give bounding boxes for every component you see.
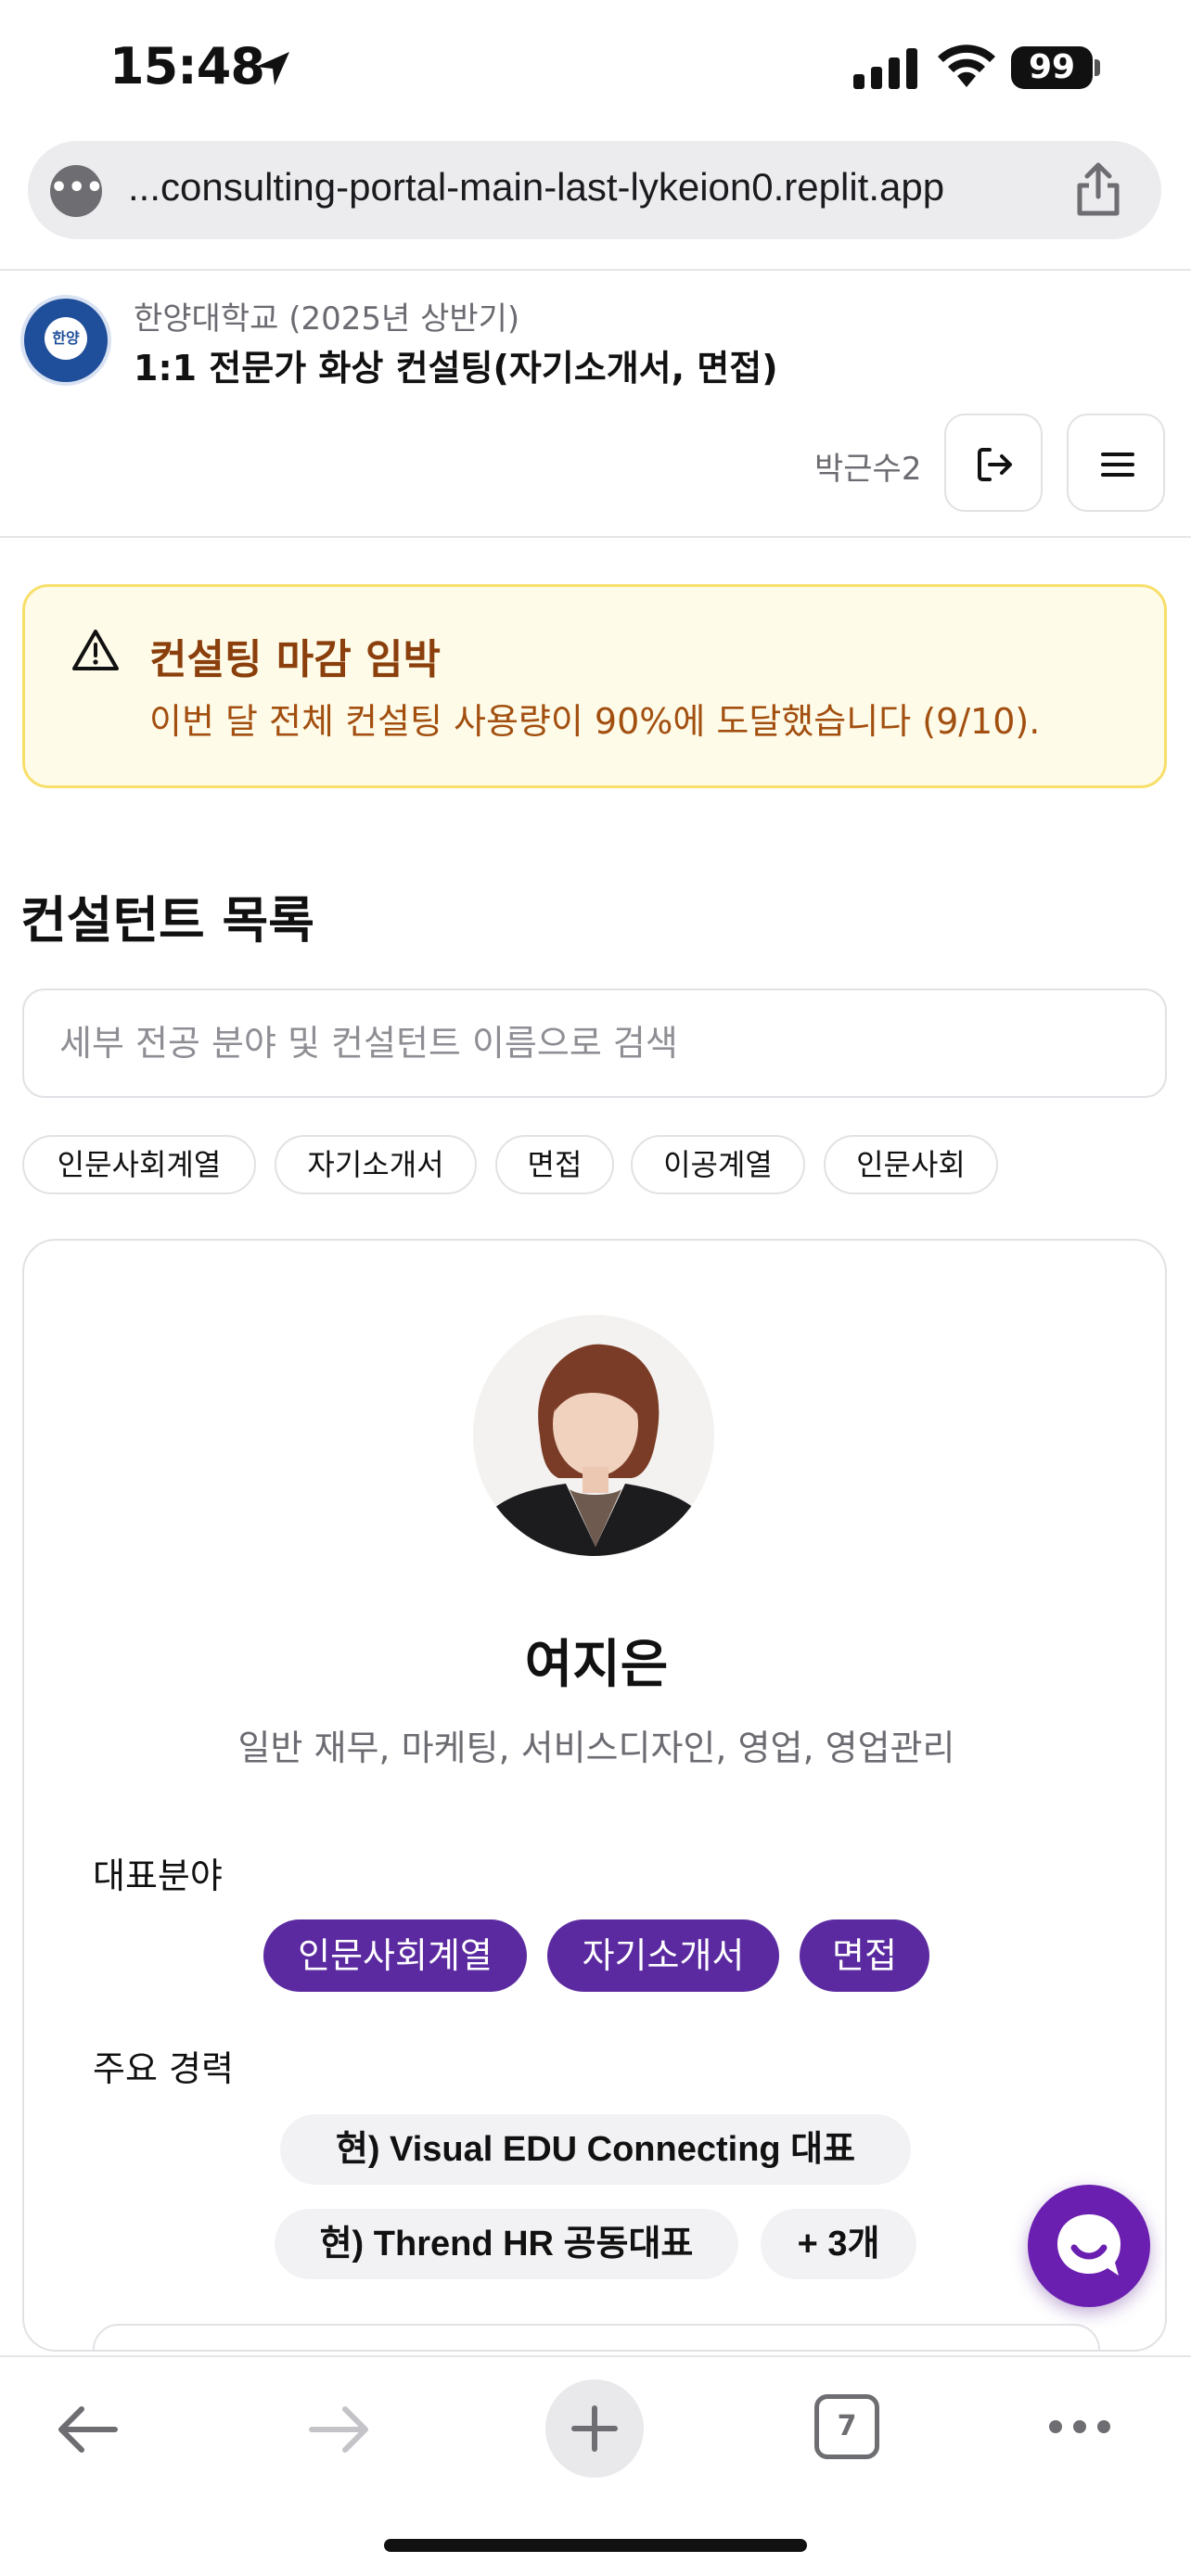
filter-chip[interactable]: 자기소개서 xyxy=(275,1135,477,1194)
card-action-box xyxy=(93,2324,1100,2350)
consultant-fields: 일반 재무, 마케팅, 서비스디자인, 영업, 영업관리 xyxy=(237,1728,955,1768)
organization-subtitle: 한양대학교 (2025년 상반기) xyxy=(134,300,520,338)
logo-text: 한양 xyxy=(45,317,87,360)
cellular-signal-icon xyxy=(853,48,917,89)
career-item: 현) Visual EDU Connecting 대표 xyxy=(280,2114,911,2185)
section-title: 컨설턴트 목록 xyxy=(20,891,314,950)
header-divider xyxy=(0,269,1191,271)
specialty-pill: 면접 xyxy=(800,1919,929,1992)
battery-indicator: 99 xyxy=(1011,46,1093,89)
filter-chip[interactable]: 인문사회계열 xyxy=(22,1135,256,1194)
consultant-card[interactable]: 여지은 일반 재무, 마케팅, 서비스디자인, 영업, 영업관리 대표분야 인문… xyxy=(22,1239,1167,2352)
more-careers-badge[interactable]: + 3개 xyxy=(761,2209,916,2279)
chat-button[interactable] xyxy=(1028,2185,1150,2307)
search-input[interactable] xyxy=(22,988,1167,1098)
hamburger-menu-icon xyxy=(1101,453,1134,477)
share-icon[interactable] xyxy=(1070,159,1126,219)
program-title: 1:1 전문가 화상 컨설팅(자기소개서, 면접) xyxy=(134,348,778,389)
chat-bubble-icon xyxy=(1057,2214,1121,2276)
university-logo: 한양 xyxy=(20,295,111,386)
tabs-button[interactable]: 7 xyxy=(814,2394,879,2459)
consultant-avatar xyxy=(473,1315,714,1556)
url-bar[interactable]: ••• ...consulting-portal-main-last-lykei… xyxy=(28,141,1161,239)
status-time: 15:48 xyxy=(109,37,265,96)
wifi-icon xyxy=(938,45,995,87)
deadline-alert: 컨설팅 마감 임박 이번 달 전체 컨설팅 사용량이 90%에 도달했습니다 (… xyxy=(22,584,1167,788)
logout-icon xyxy=(978,448,1012,481)
plus-icon xyxy=(571,2405,618,2452)
specialty-pill: 자기소개서 xyxy=(547,1919,779,1992)
career-label: 주요 경력 xyxy=(93,2048,234,2089)
alert-title: 컨설팅 마감 임박 xyxy=(149,636,441,683)
battery-tip xyxy=(1095,59,1100,76)
home-indicator xyxy=(384,2539,807,2552)
filter-chip[interactable]: 면접 xyxy=(495,1135,614,1194)
filter-chip[interactable]: 인문사회 xyxy=(824,1135,998,1194)
specialty-pill: 인문사회계열 xyxy=(263,1919,527,1992)
menu-button[interactable] xyxy=(1067,414,1165,512)
forward-arrow-icon[interactable] xyxy=(306,2402,373,2457)
specialty-label: 대표분야 xyxy=(93,1855,223,1896)
warning-triangle-icon xyxy=(72,630,119,670)
back-arrow-icon[interactable] xyxy=(54,2402,121,2457)
url-text[interactable]: ...consulting-portal-main-last-lykeion0.… xyxy=(128,165,944,210)
content-divider xyxy=(0,536,1191,538)
alert-message: 이번 달 전체 컨설팅 사용량이 90%에 도달했습니다 (9/10). xyxy=(149,701,1041,742)
page-settings-icon[interactable]: ••• xyxy=(50,165,104,217)
new-tab-button[interactable] xyxy=(545,2379,644,2478)
logout-button[interactable] xyxy=(944,414,1043,512)
consultant-name: 여지은 xyxy=(524,1635,669,1695)
status-bar: 15:48 99 xyxy=(0,0,1191,139)
career-item: 현) Thrend HR 공동대표 xyxy=(275,2209,738,2279)
location-arrow-icon xyxy=(256,52,289,85)
username: 박근수2 xyxy=(814,451,922,488)
filter-chip[interactable]: 이공계열 xyxy=(631,1135,805,1194)
more-icon[interactable] xyxy=(1046,2415,1113,2439)
